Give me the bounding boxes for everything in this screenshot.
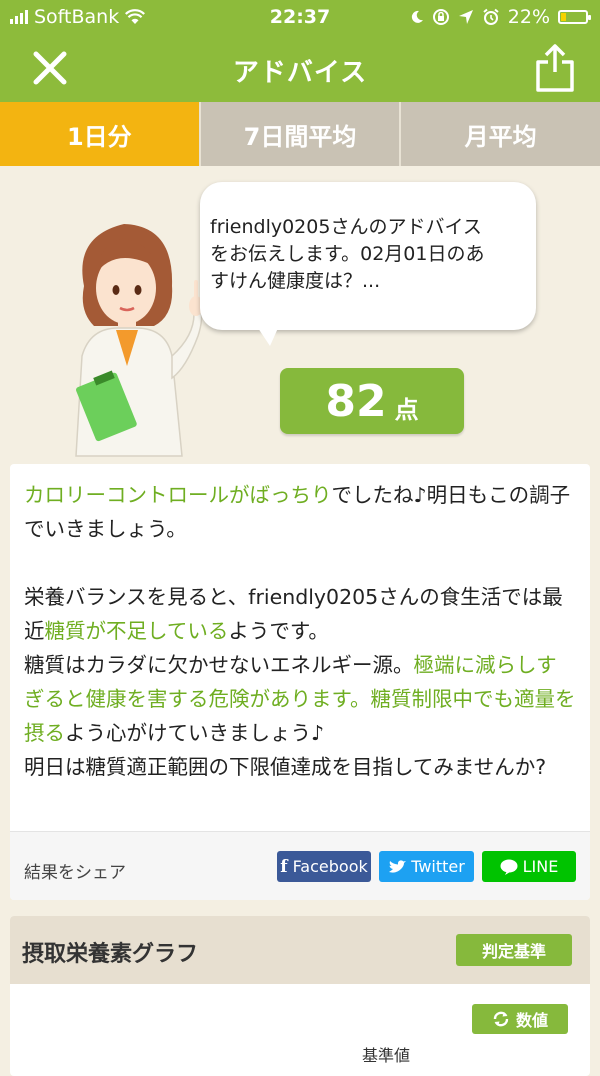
refresh-icon <box>493 1011 509 1027</box>
advice-paragraph-1: カロリーコントロールがばっちりでしたね♪明日もこの調子でいきましょう。 <box>24 478 576 546</box>
battery-icon <box>558 10 591 24</box>
moon-icon <box>411 10 423 23</box>
nutrient-graph-header: 摂取栄養素グラフ 判定基準 <box>10 916 590 984</box>
status-bar: SoftBank 22:37 22% <box>0 0 600 34</box>
advice-card: カロリーコントロールがばっちりでしたね♪明日もこの調子でいきましょう。 栄養バラ… <box>10 464 590 900</box>
advice-highlight: カロリーコントロールがばっちり <box>24 483 332 507</box>
period-tabs: 1日分 7日間平均 月平均 <box>0 102 600 166</box>
nutrient-graph-card: 摂取栄養素グラフ 判定基準 数値 基準値 <box>10 916 590 1076</box>
twitter-label: Twitter <box>411 857 465 876</box>
bubble-line-3: すけん健康度は？... <box>210 270 381 292</box>
advice-text-span: 糖質はカラダに欠かせないエネルギー源。 <box>24 653 414 677</box>
tab-seven-day-average[interactable]: 7日間平均 <box>198 102 400 166</box>
advice-text: カロリーコントロールがばっちりでしたね♪明日もこの調子でいきましょう。 栄養バラ… <box>10 464 590 784</box>
page-title: アドバイス <box>232 58 368 88</box>
location-icon <box>458 10 473 24</box>
facebook-icon: f <box>280 856 288 877</box>
nutrient-graph-title: 摂取栄養素グラフ <box>22 942 199 967</box>
share-bar: 結果をシェア f Facebook Twitter LINE <box>10 831 590 900</box>
nurse-illustration <box>75 224 203 457</box>
advice-text-span: ようです。 <box>228 619 329 643</box>
alarm-icon <box>483 8 499 25</box>
bubble-tail <box>258 328 278 346</box>
battery-percent: 22% <box>507 6 550 28</box>
criteria-button[interactable]: 判定基準 <box>456 934 572 966</box>
twitter-share-button[interactable]: Twitter <box>379 851 474 882</box>
share-label: 結果をシェア <box>24 863 126 883</box>
rotation-lock-icon <box>432 9 449 25</box>
values-toggle-button[interactable]: 数値 <box>472 1004 568 1034</box>
baseline-label: 基準値 <box>362 1046 411 1065</box>
share-icon[interactable] <box>532 42 578 94</box>
facebook-label: Facebook <box>292 857 368 876</box>
tab-one-day[interactable]: 1日分 <box>0 102 199 166</box>
line-chat-icon <box>500 859 518 875</box>
advice-text-span: 明日は糖質適正範囲の下限値達成を目指してみませんか? <box>24 755 547 779</box>
advice-text-span: よう心がけていきましょう♪ <box>65 721 325 745</box>
bubble-line-1: friendly0205さんのアドバイス <box>210 216 482 238</box>
tab-monthly-average[interactable]: 月平均 <box>399 102 600 166</box>
health-score-value: 82 <box>325 375 387 427</box>
nav-bar: アドバイス <box>0 34 600 102</box>
advice-hero: friendly0205さんのアドバイス をお伝えします。02月01日のあ すけ… <box>0 166 600 464</box>
speech-bubble: friendly0205さんのアドバイス をお伝えします。02月01日のあ すけ… <box>200 182 536 346</box>
line-label: LINE <box>522 857 559 876</box>
advice-paragraph-2: 栄養バランスを見ると、friendly0205さんの食生活では最近糖質が不足して… <box>24 580 576 784</box>
values-button-label: 数値 <box>515 1011 548 1030</box>
twitter-bird-icon <box>389 859 407 873</box>
advice-highlight: 糖質が不足している <box>44 619 229 643</box>
line-share-button[interactable]: LINE <box>482 851 576 882</box>
health-score-badge: 82 点 <box>280 368 464 434</box>
health-score-unit: 点 <box>394 395 419 424</box>
facebook-share-button[interactable]: f Facebook <box>277 851 371 882</box>
bubble-line-2: をお伝えします。02月01日のあ <box>210 243 485 265</box>
